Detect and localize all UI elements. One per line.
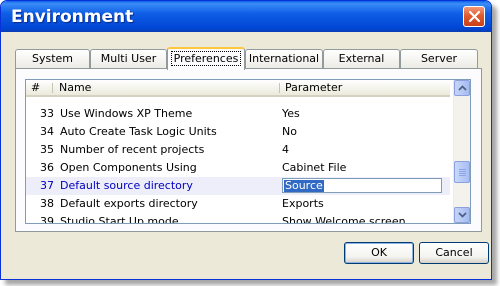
tab-multi-user-label: Multi User [100, 52, 157, 65]
preferences-list[interactable]: # Name Parameter 33 Use Windows XP Theme… [25, 79, 471, 224]
row-name: Default source directory [60, 179, 193, 192]
row-parameter[interactable]: Exports [282, 195, 442, 213]
window-title: Environment [11, 7, 134, 27]
row-number: 33 [40, 107, 54, 120]
scroll-down-button[interactable] [454, 207, 470, 223]
vertical-scrollbar[interactable] [453, 80, 470, 223]
parameter-edit-field[interactable]: Source [282, 178, 442, 193]
preferences-panel: # Name Parameter 33 Use Windows XP Theme… [15, 68, 482, 232]
row-name: Studio Start Up mode [60, 215, 179, 224]
tab-server-label: Server [420, 52, 458, 65]
list-row[interactable]: 33 Use Windows XP Theme Yes [26, 105, 450, 123]
list-row-selected[interactable]: 37 Default source directory Source [26, 177, 450, 195]
close-button[interactable] [463, 6, 485, 27]
row-number: 37 [40, 179, 54, 192]
tab-system-label: System [31, 52, 74, 65]
column-header-num[interactable]: # [26, 80, 52, 95]
list-row[interactable]: 38 Default exports directory Exports [26, 195, 450, 213]
tab-external-label: External [338, 52, 385, 65]
row-name: Number of recent projects [60, 143, 205, 156]
tab-preferences[interactable]: Preferences [167, 47, 245, 70]
list-row[interactable]: 39 Studio Start Up mode Show Welcome scr… [26, 213, 450, 224]
scroll-thumb[interactable] [454, 161, 470, 183]
list-rows: 33 Use Windows XP Theme Yes 34 Auto Crea… [26, 105, 450, 224]
row-name: Default exports directory [60, 197, 198, 210]
row-number: 36 [40, 161, 54, 174]
list-row[interactable]: 35 Number of recent projects 4 [26, 141, 450, 159]
tab-international[interactable]: International [245, 49, 323, 68]
cancel-button[interactable]: Cancel [419, 242, 489, 264]
column-header-name[interactable]: Name [54, 80, 279, 95]
tab-external[interactable]: External [323, 49, 400, 68]
row-parameter[interactable]: Cabinet File [282, 159, 442, 177]
list-row[interactable]: 36 Open Components Using Cabinet File [26, 159, 450, 177]
row-parameter[interactable]: 4 [282, 141, 442, 159]
row-name: Use Windows XP Theme [60, 107, 193, 120]
list-row[interactable]: 34 Auto Create Task Logic Units No [26, 123, 450, 141]
tab-international-label: International [248, 52, 320, 65]
row-number: 35 [40, 143, 54, 156]
scroll-up-button[interactable] [454, 80, 470, 96]
tab-strip: System Multi User Preferences Internatio… [15, 47, 485, 70]
parameter-edit-value[interactable]: Source [284, 180, 324, 192]
column-divider[interactable] [52, 83, 53, 93]
tab-system[interactable]: System [15, 49, 90, 68]
tab-preferences-label: Preferences [170, 51, 242, 66]
row-number: 39 [40, 215, 54, 224]
row-parameter[interactable]: No [282, 123, 442, 141]
row-name: Open Components Using [60, 161, 197, 174]
column-header-parameter[interactable]: Parameter [280, 80, 450, 95]
row-number: 38 [40, 197, 54, 210]
ok-button[interactable]: OK [344, 242, 414, 264]
tab-server[interactable]: Server [400, 49, 478, 68]
tab-multi-user[interactable]: Multi User [90, 49, 167, 68]
row-parameter[interactable]: Yes [282, 105, 442, 123]
row-number: 34 [40, 125, 54, 138]
row-parameter[interactable]: Show Welcome screen [282, 213, 442, 223]
environment-dialog: Environment System Multi User Preference… [0, 0, 492, 280]
row-name: Auto Create Task Logic Units [60, 125, 217, 138]
list-header: # Name Parameter [26, 80, 450, 97]
title-bar[interactable]: Environment [1, 1, 491, 32]
